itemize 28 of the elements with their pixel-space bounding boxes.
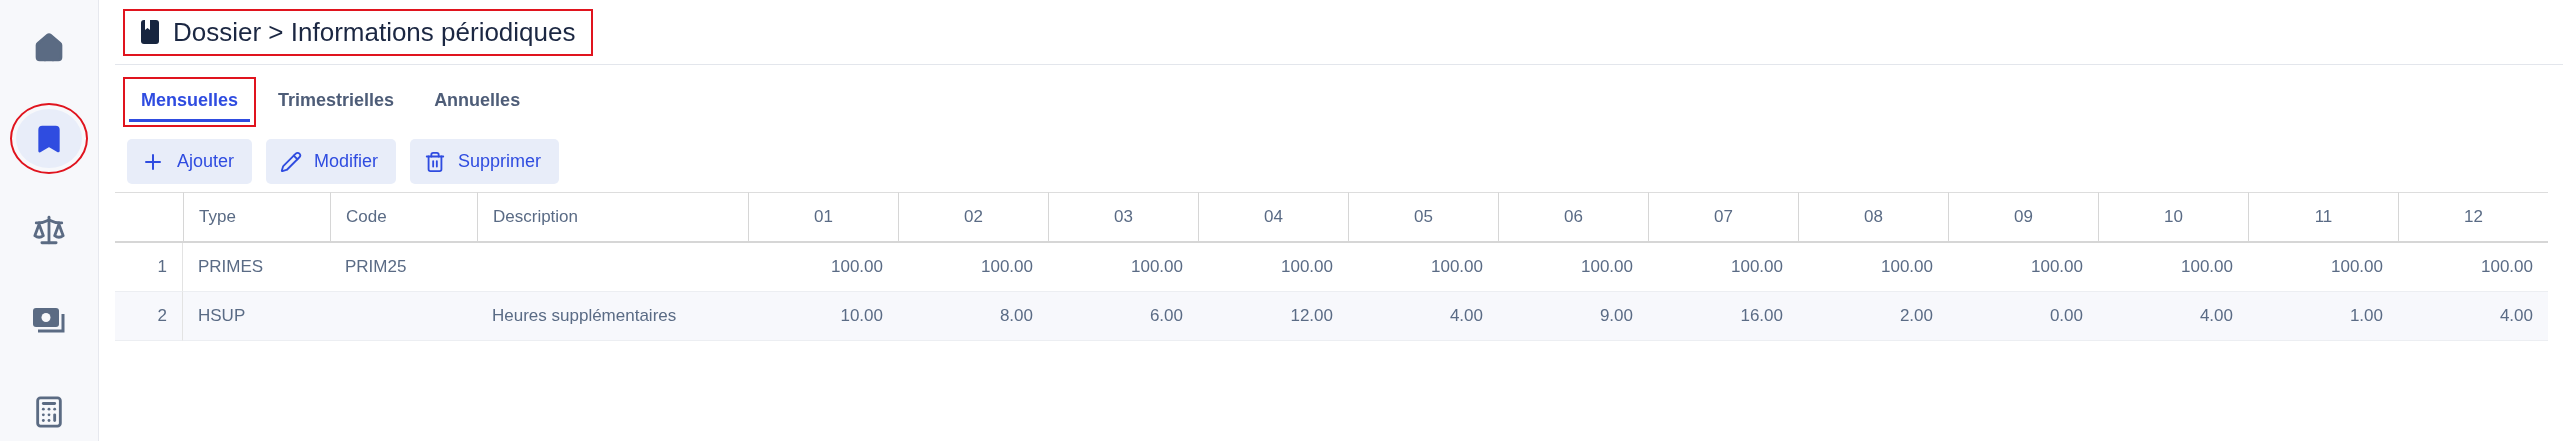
table-cell: Heures supplémentaires bbox=[477, 292, 748, 341]
book-icon bbox=[141, 20, 159, 44]
table-cell: HSUP bbox=[183, 292, 330, 341]
table-cell: 2.00 bbox=[1798, 292, 1948, 341]
tab[interactable]: Annuelles bbox=[422, 82, 533, 122]
table-cell: 4.00 bbox=[2398, 292, 2548, 341]
table-cell: 4.00 bbox=[1348, 292, 1498, 341]
toolbar-button[interactable]: Supprimer bbox=[410, 139, 560, 184]
toolbar-button[interactable]: Modifier bbox=[266, 139, 397, 184]
table-cell: 16.00 bbox=[1648, 292, 1798, 341]
tab[interactable]: Mensuelles bbox=[129, 82, 251, 122]
table-cell: 4.00 bbox=[2098, 292, 2248, 341]
home-icon bbox=[33, 31, 65, 64]
banknote-icon bbox=[32, 306, 66, 335]
row-number: 1 bbox=[115, 243, 183, 292]
table-cell: 10.00 bbox=[748, 292, 898, 341]
table-cell: 9.00 bbox=[1498, 292, 1648, 341]
toolbar-button[interactable]: Ajouter bbox=[127, 139, 253, 184]
table-cell: 8.00 bbox=[898, 292, 1048, 341]
table-cell: 6.00 bbox=[1048, 292, 1198, 341]
table-cell: 0.00 bbox=[1948, 292, 2098, 341]
table-cell: 12.00 bbox=[1198, 292, 1348, 341]
trash-icon bbox=[424, 150, 447, 173]
row-number: 2 bbox=[115, 292, 183, 341]
title-text: Dossier > Informations périodiques bbox=[173, 16, 576, 48]
table-cell: 1.00 bbox=[2248, 292, 2398, 341]
pencil-icon bbox=[280, 150, 303, 173]
tab[interactable]: Trimestrielles bbox=[266, 82, 407, 122]
